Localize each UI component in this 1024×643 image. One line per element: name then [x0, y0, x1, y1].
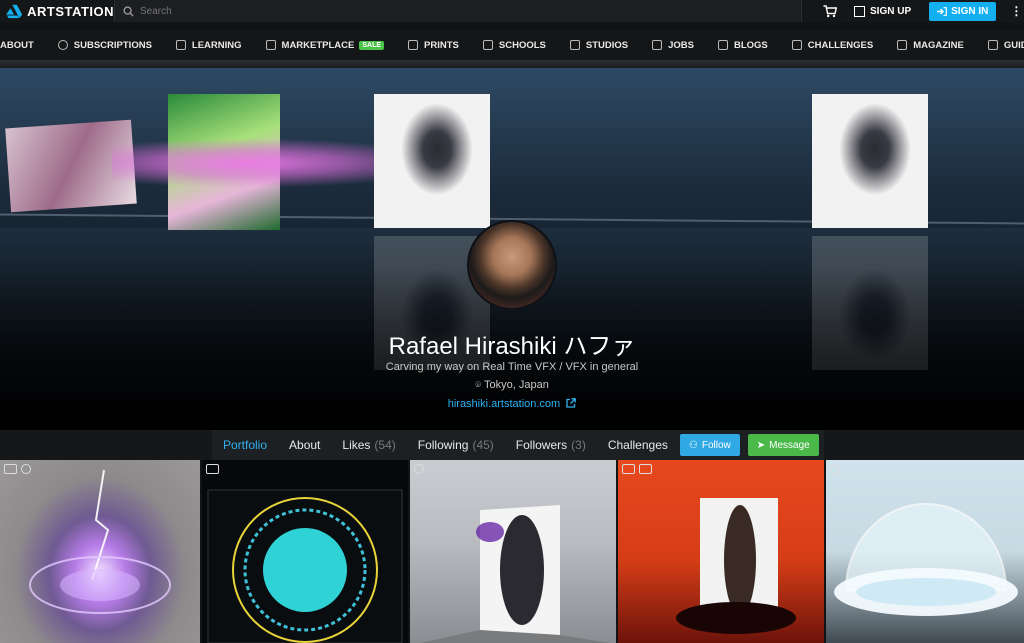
nav-item-blogs[interactable]: BLOGS: [706, 30, 780, 60]
top-bar: ARTSTATION SIGN UP SIGN IN ⋮: [0, 0, 1024, 22]
lightning-effect: [29, 469, 171, 614]
shield-dome-effect: [834, 503, 1018, 616]
briefcase-icon: [652, 40, 663, 50]
portfolio-thumbnail[interactable]: [826, 460, 1024, 643]
artstation-logo-icon: [6, 4, 23, 19]
nav-label: SUBSCRIPTIONS: [73, 39, 152, 51]
search-input[interactable]: [140, 5, 740, 17]
nav-item-learning[interactable]: LEARNING: [164, 30, 254, 60]
logo-wordmark: ARTSTATION: [27, 3, 114, 19]
nav-label: JOBS: [668, 39, 694, 51]
nav-label: MARKETPLACE: [281, 39, 355, 51]
portfolio-grid: [0, 460, 1024, 643]
nav-label: GUIDES: [1003, 39, 1024, 51]
artstation-logo[interactable]: ARTSTATION: [0, 0, 114, 22]
artwork-frame: [676, 498, 796, 634]
tab-label: Likes: [342, 438, 371, 452]
more-menu-icon[interactable]: ⋮: [1010, 4, 1022, 18]
location-pin-icon: ⌾: [475, 380, 482, 391]
search-icon: [123, 5, 134, 17]
magazine-icon: [897, 40, 908, 50]
nav-item-prints[interactable]: PRINTS: [396, 30, 471, 60]
graduation-cap-icon: [175, 40, 186, 50]
cart-button[interactable]: [822, 3, 838, 19]
trophy-icon: [791, 40, 802, 50]
school-icon: [482, 40, 493, 50]
profile-name: Rafael Hirashiki ハファ: [388, 333, 636, 360]
tab-likes[interactable]: Likes (54): [331, 430, 406, 460]
external-link-icon: [566, 398, 577, 408]
nav-item-challenges[interactable]: CHALLENGES: [780, 30, 885, 60]
cover-art-frame: [812, 94, 928, 228]
profile-location: ⌾ Tokyo, Japan: [0, 379, 1024, 391]
sign-in-icon: [937, 6, 948, 16]
nav-label: MAGAZINE: [913, 39, 964, 51]
tab-count: (54): [374, 438, 396, 452]
print-icon: [408, 40, 419, 50]
nav-item-schools[interactable]: SCHOOLS: [471, 30, 558, 60]
tab-followers[interactable]: Followers (3): [505, 430, 597, 460]
tab-portfolio[interactable]: Portfolio: [212, 430, 278, 460]
profile-cover: Rafael Hirashiki ハファ Carving my way on R…: [0, 68, 1024, 430]
sign-up-button[interactable]: SIGN UP: [854, 5, 912, 17]
circle-plus-icon: [57, 40, 68, 50]
cube-icon: [265, 40, 276, 50]
portfolio-thumbnail[interactable]: [202, 460, 408, 643]
nav-label: SCHOOLS: [498, 39, 546, 51]
cart-icon: [823, 4, 837, 17]
nav-label: PRINTS: [424, 39, 459, 51]
document-icon: [717, 40, 728, 50]
nav-item-studios[interactable]: STUDIOS: [558, 30, 640, 60]
tab-count: (45): [472, 438, 494, 452]
nav-item-about[interactable]: ABOUT: [0, 30, 46, 60]
tab-count: (3): [571, 438, 586, 452]
sign-up-label: SIGN UP: [870, 5, 912, 17]
message-label: Message: [769, 439, 810, 451]
edit-icon: [854, 5, 865, 17]
main-nav: ABOUT SUBSCRIPTIONS LEARNING MARKETPLACE…: [0, 30, 1024, 60]
nav-label: LEARNING: [191, 39, 242, 51]
nav-item-marketplace[interactable]: MARKETPLACE SALE: [254, 30, 397, 60]
sign-in-button[interactable]: SIGN IN: [929, 1, 997, 21]
nav-item-subscriptions[interactable]: SUBSCRIPTIONS: [46, 30, 164, 60]
nav-item-guides[interactable]: GUIDES: [976, 30, 1024, 60]
nav-label: CHALLENGES: [807, 39, 874, 51]
nav-label: ABOUT: [0, 39, 34, 51]
studio-icon: [569, 40, 580, 50]
paper-plane-icon: ➤: [756, 439, 766, 451]
nav-item-magazine[interactable]: MAGAZINE: [885, 30, 976, 60]
tab-label: Following: [417, 438, 469, 452]
tab-about[interactable]: About: [278, 430, 331, 460]
profile-bio: Carving my way on Real Time VFX / VFX in…: [385, 361, 639, 373]
nav-label: BLOGS: [733, 39, 768, 51]
profile-tabs-bar: Portfolio About Likes (54) Following (45…: [0, 430, 1024, 460]
artwork-frame: [420, 505, 610, 643]
book-icon: [987, 40, 998, 50]
tab-following[interactable]: Following (45): [407, 430, 505, 460]
nav-divider: [0, 60, 1024, 68]
avatar: [467, 220, 557, 310]
location-text: Tokyo, Japan: [484, 379, 549, 391]
website-text: hirashiki.artstation.com: [447, 398, 561, 410]
portfolio-thumbnail[interactable]: [0, 460, 200, 643]
nav-label: STUDIOS: [585, 39, 629, 51]
follow-label: Follow: [701, 439, 731, 451]
tab-challenges[interactable]: Challenges: [597, 430, 679, 460]
search-bar[interactable]: [114, 0, 802, 22]
follow-button[interactable]: ⚇ Follow: [679, 434, 740, 456]
profile-tabs: Portfolio About Likes (54) Following (45…: [212, 430, 824, 460]
profile-website-link[interactable]: hirashiki.artstation.com: [0, 398, 1024, 410]
portfolio-thumbnail[interactable]: [410, 460, 616, 643]
nav-item-jobs[interactable]: JOBS: [640, 30, 706, 60]
sign-in-label: SIGN IN: [951, 5, 989, 17]
tab-label: Followers: [515, 438, 568, 452]
magic-circle-effect: [207, 489, 403, 643]
cover-art-frame: [374, 94, 490, 228]
portfolio-thumbnail[interactable]: [618, 460, 824, 643]
message-button[interactable]: ➤ Message: [747, 434, 819, 456]
sale-badge: SALE: [359, 40, 385, 50]
user-plus-icon: ⚇: [688, 439, 698, 451]
